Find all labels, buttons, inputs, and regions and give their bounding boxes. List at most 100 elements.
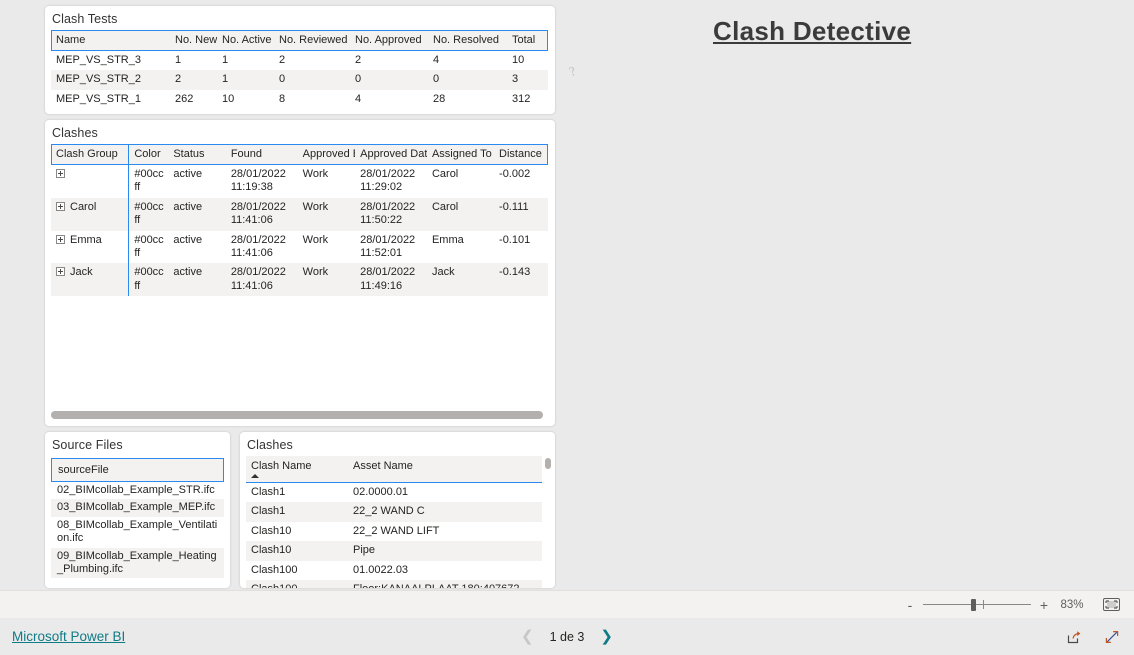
table-row[interactable]: Jack #00ccff active 28/01/2022 11:41:06 … [51, 263, 548, 297]
list-item[interactable]: 03_BIMcollab_Example_MEP.ifc [51, 499, 224, 517]
column-header-clash-name[interactable]: Clash Name [246, 456, 348, 483]
table-row[interactable]: MEP_VS_STR_3 1 1 2 2 4 10 [51, 51, 548, 71]
zoom-slider[interactable] [923, 598, 1031, 612]
cell-approved-date: 28/01/2022 11:52:01 [360, 233, 416, 260]
clashes-matrix-header-row: Clash Group Color Status Found Approved … [51, 144, 548, 165]
table-row[interactable]: Clash1 02.0000.01 [246, 483, 542, 503]
share-icon[interactable] [1066, 629, 1082, 645]
column-header-status[interactable]: Status [168, 144, 226, 165]
cell-asset-name: 22_2 WAND C [348, 502, 542, 522]
column-header-approved-date[interactable]: Approved Date [355, 144, 427, 165]
source-file-column-header[interactable]: sourceFile [51, 458, 224, 482]
chevron-right-icon[interactable]: ❯ [600, 629, 613, 644]
table-row[interactable]: Clash100 01.0022.03 [246, 561, 542, 580]
cell-no-approved: 2 [355, 54, 362, 66]
horizontal-scrollbar-thumb[interactable] [51, 411, 543, 419]
table-row[interactable]: Emma #00ccff active 28/01/2022 11:41:06 … [51, 230, 548, 264]
zoom-slider-track [923, 603, 1031, 605]
column-header-approved-by[interactable]: Approved By [297, 144, 356, 165]
list-item[interactable]: 08_BIMcollab_Example_Ventilation.ifc [51, 517, 224, 548]
clashes-matrix-table: Clash Group Color Status Found Approved … [51, 144, 548, 297]
expand-icon[interactable] [1104, 629, 1120, 645]
cell-no-new: 2 [170, 70, 217, 90]
table-row[interactable]: Clash100 Floor:KANAALPLAAT 180:407672 [246, 580, 542, 588]
column-header-no-new[interactable]: No. New [170, 30, 217, 51]
decorative-artifact-icon: ? [567, 63, 578, 80]
cell-no-new: 262 [175, 92, 194, 105]
table-row[interactable]: Clash1 22_2 WAND C [246, 502, 542, 522]
chevron-left-icon[interactable]: ❮ [521, 629, 534, 644]
cell-asset-name: 22_2 WAND LIFT [353, 524, 440, 537]
cell-found: 28/01/2022 11:41:06 [225, 263, 298, 297]
column-header-clash-group[interactable]: Clash Group [51, 144, 129, 165]
fit-to-page-icon[interactable] [1103, 598, 1120, 611]
cell-assigned-to: Carol [426, 197, 495, 231]
column-header-asset-name[interactable]: Asset Name [348, 456, 542, 483]
column-header-no-active[interactable]: No. Active [217, 30, 274, 51]
column-header-assigned-to[interactable]: Assigned To [426, 144, 495, 165]
cell-approved-date: 28/01/2022 11:50:22 [355, 197, 427, 231]
cell-name: MEP_VS_STR_1 [56, 92, 141, 105]
zoom-in-button[interactable]: + [1037, 598, 1051, 612]
sort-ascending-icon [251, 474, 259, 478]
power-bi-report-view: Clash Tests Name No. New No. Active No. … [0, 0, 1134, 655]
horizontal-scrollbar[interactable] [51, 411, 543, 419]
list-item[interactable]: 02_BIMcollab_Example_STR.ifc [51, 482, 224, 499]
table-row[interactable]: MEP_VS_STR_2 2 1 0 0 0 3 [51, 70, 548, 90]
zoom-slider-thumb[interactable] [971, 598, 976, 611]
cell-no-resolved: 28 [433, 92, 446, 105]
clash-group-label: Carol [70, 200, 97, 213]
powerbi-brand-link[interactable]: Microsoft Power BI [12, 629, 125, 644]
cell-no-reviewed: 0 [274, 70, 350, 90]
cell-distance: -0.101 [499, 233, 531, 246]
cell-assigned-to: Carol [431, 168, 459, 180]
column-header-no-reviewed[interactable]: No. Reviewed [274, 30, 350, 51]
column-header-color[interactable]: Color [128, 144, 169, 165]
zoom-bar: - + 83% [0, 590, 1134, 618]
clash-group-label: Jack [70, 266, 93, 279]
expand-icon[interactable] [56, 169, 65, 178]
column-header-distance[interactable]: Distance [494, 144, 548, 165]
page-title: Clash Detective [713, 16, 912, 46]
cell-name: MEP_VS_STR_3 [56, 54, 141, 66]
source-files-list: 02_BIMcollab_Example_STR.ifc 03_BIMcolla… [51, 482, 224, 579]
cell-status: active [168, 263, 226, 297]
list-item[interactable]: 09_BIMcollab_Example_Heating_Plumbing.if… [51, 547, 224, 579]
cell-approved-by: Work [297, 263, 356, 297]
cell-found: 28/01/2022 11:41:06 [230, 233, 286, 260]
cell-name: MEP_VS_STR_2 [51, 70, 170, 90]
cell-clash-group: Carol [51, 197, 129, 231]
cell-total: 10 [512, 54, 525, 66]
column-header-no-approved[interactable]: No. Approved [350, 30, 428, 51]
cell-found: 28/01/2022 11:19:38 [230, 168, 286, 194]
cell-color: #00ccff [128, 197, 169, 231]
column-header-total[interactable]: Total [507, 30, 548, 51]
zoom-out-button[interactable]: - [903, 598, 917, 612]
zoom-percent-label: 83% [1060, 598, 1084, 611]
expand-icon[interactable] [56, 201, 65, 211]
clashes-matrix-title: Clashes [52, 126, 98, 140]
source-files-title: Source Files [52, 438, 123, 452]
table-row[interactable]: Carol #00ccff active 28/01/2022 11:41:06… [51, 197, 548, 231]
expand-icon[interactable] [56, 234, 65, 244]
vertical-scrollbar-thumb[interactable] [545, 458, 551, 469]
clashes-list-header-row: Clash Name Asset Name [246, 456, 542, 483]
column-header-clash-name-label: Clash Name [251, 460, 312, 472]
cell-no-active: 10 [222, 92, 235, 105]
column-header-name[interactable]: Name [51, 30, 170, 51]
table-row[interactable]: Clash10 Pipe [246, 541, 542, 561]
report-footer: Microsoft Power BI ❮ 1 de 3 ❯ [0, 618, 1134, 655]
column-header-no-resolved[interactable]: No. Resolved [428, 30, 507, 51]
page-navigation: ❮ 1 de 3 ❯ [521, 629, 613, 644]
cell-no-resolved: 4 [433, 54, 440, 66]
table-row[interactable]: #00ccff active 28/01/2022 11:19:38 Work … [51, 164, 548, 198]
table-row[interactable]: Clash10 22_2 WAND LIFT [246, 522, 542, 541]
footer-actions [1066, 629, 1120, 645]
cell-approved-date: 28/01/2022 11:29:02 [360, 168, 416, 194]
column-header-found[interactable]: Found [225, 144, 298, 165]
expand-icon[interactable] [56, 267, 65, 277]
cell-distance: -0.111 [494, 197, 548, 231]
table-row[interactable]: MEP_VS_STR_1 262 10 8 4 28 312 [51, 90, 548, 109]
cell-asset-name: 01.0022.03 [353, 563, 409, 576]
cell-clash-group: Emma [51, 231, 129, 264]
